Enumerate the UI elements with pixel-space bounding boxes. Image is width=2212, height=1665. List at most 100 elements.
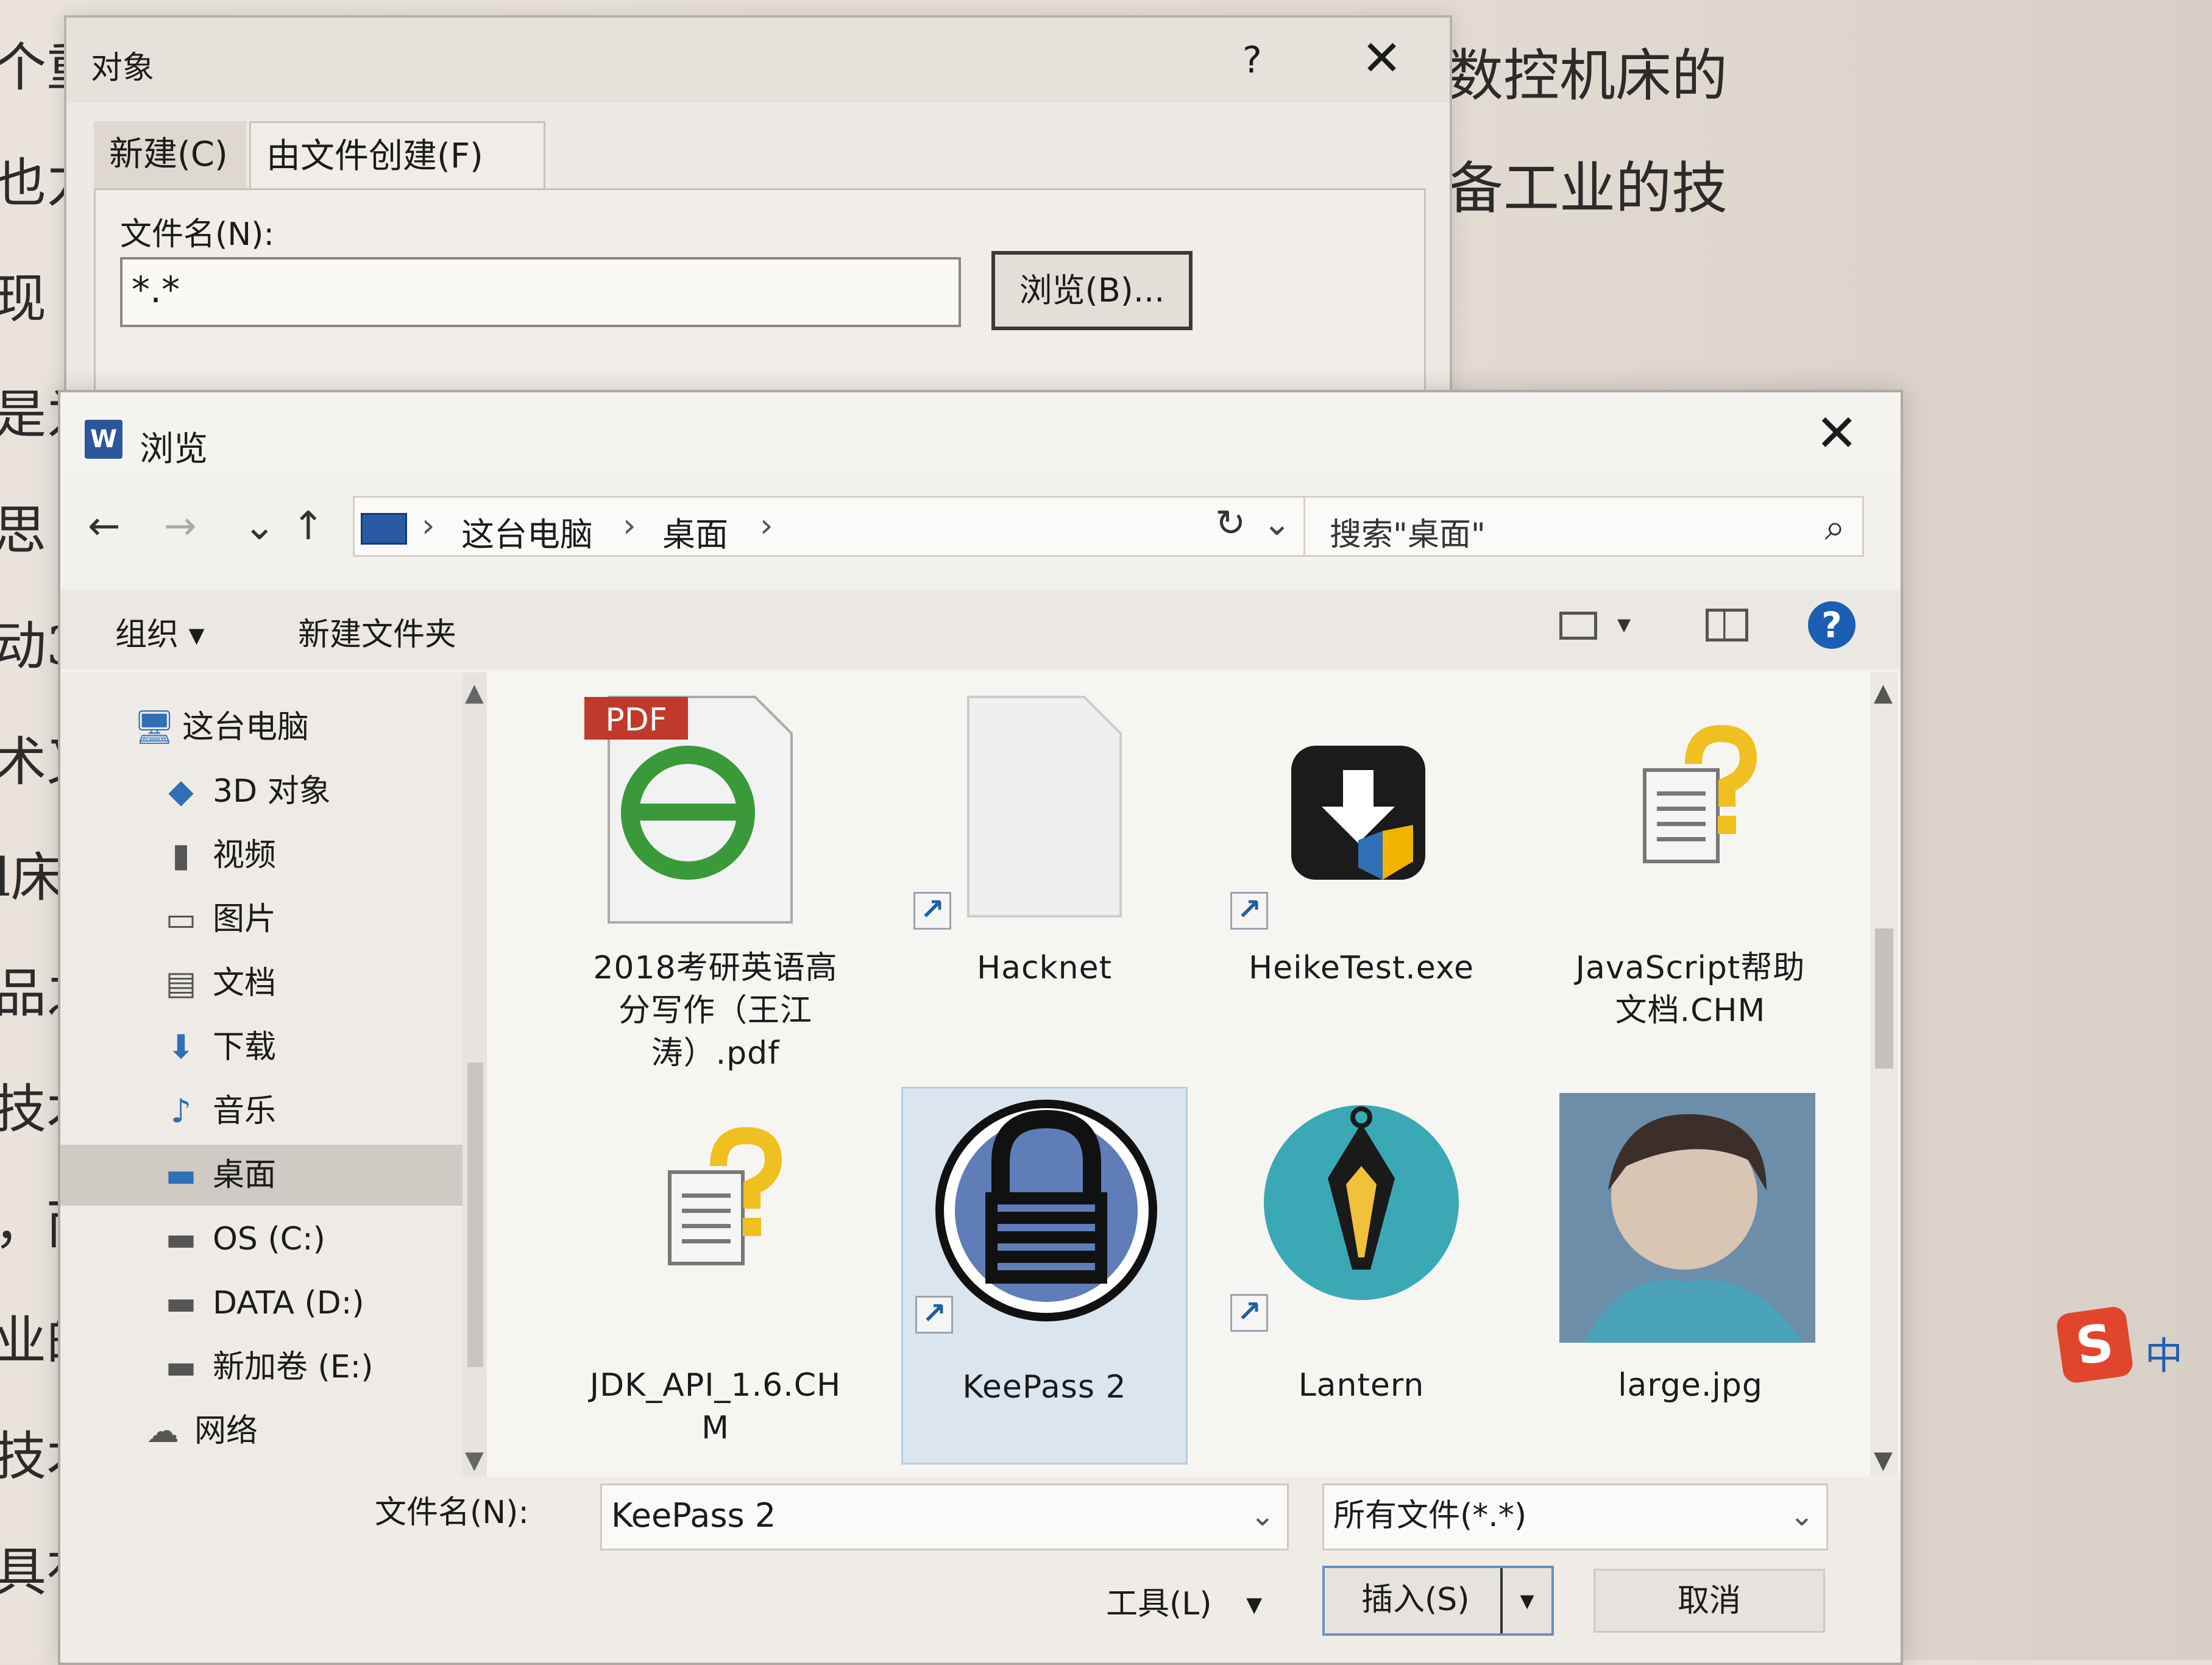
breadcrumb-this-pc[interactable]: 这台电脑 bbox=[461, 507, 593, 556]
background-text-fragment: 数控机床的 bbox=[1447, 43, 1728, 108]
browse-button[interactable]: 浏览(B)... bbox=[991, 251, 1193, 330]
file-name-line: 涛）.pdf bbox=[651, 1035, 780, 1072]
sidebar-item-label: 网络 bbox=[194, 1413, 258, 1449]
file-item[interactable]: JDK_API_1.6.CH M bbox=[572, 1087, 859, 1465]
sidebar-item-label: 音乐 bbox=[213, 1093, 277, 1129]
search-icon[interactable]: ⌕ bbox=[1824, 506, 1845, 549]
file-name-line: KeePass 2 bbox=[962, 1369, 1127, 1405]
sidebar-item[interactable]: ▭ 图片 bbox=[60, 889, 463, 950]
file-list-scroll-thumb[interactable] bbox=[1875, 928, 1893, 1069]
navigation-bar: ← → ⌄ ↑ › 这台电脑 › 桌面 › ⌄ ↻ 搜索"桌面" ⌕ bbox=[60, 490, 1901, 563]
sidebar-item-label: 下载 bbox=[213, 1029, 277, 1066]
drive-c-icon: ▬ bbox=[165, 1220, 197, 1258]
back-arrow-icon[interactable]: ← bbox=[88, 490, 121, 563]
insert-dropdown-icon[interactable]: ▾ bbox=[1500, 1568, 1551, 1633]
cancel-button[interactable]: 取消 bbox=[1593, 1569, 1825, 1633]
3d-objects-icon: ◆ bbox=[168, 772, 194, 810]
address-bar[interactable]: › 这台电脑 › 桌面 › ⌄ bbox=[353, 496, 1328, 557]
file-item[interactable]: JavaScript帮助 文档.CHM bbox=[1547, 685, 1834, 1062]
file-name-label: large.jpg bbox=[1547, 1364, 1834, 1407]
view-options-icon[interactable] bbox=[1559, 612, 1597, 640]
filename-input[interactable]: KeePass 2 ⌄ bbox=[600, 1483, 1289, 1550]
breadcrumb-desktop[interactable]: 桌面 bbox=[662, 507, 728, 556]
ime-mode-label[interactable]: 中 bbox=[2145, 1325, 2183, 1380]
shortcut-arrow-icon: ↗ bbox=[913, 892, 951, 930]
breadcrumb-separator: › bbox=[760, 506, 773, 545]
tools-menu[interactable]: 工具(L) ▾ bbox=[1106, 1578, 1262, 1624]
sidebar-item[interactable]: 🖥 这台电脑 bbox=[60, 697, 463, 758]
sidebar-item[interactable]: ☁ 网络 bbox=[60, 1401, 463, 1462]
background-text-fragment: 现 bbox=[0, 269, 46, 330]
sidebar-item[interactable]: ▬ DATA (D:) bbox=[60, 1273, 463, 1334]
sidebar-item[interactable]: ⬇ 下载 bbox=[60, 1017, 463, 1078]
forward-arrow-icon[interactable]: → bbox=[164, 490, 197, 563]
help-button[interactable]: ? bbox=[1242, 39, 1262, 82]
refresh-icon[interactable]: ↻ bbox=[1215, 502, 1246, 545]
tab-create-new[interactable]: 新建(C) bbox=[94, 121, 246, 188]
browse-dialog-title: 浏览 bbox=[140, 430, 208, 469]
sidebar-item-label: 图片 bbox=[213, 901, 277, 938]
file-item[interactable]: large.jpg bbox=[1547, 1087, 1834, 1465]
scroll-up-icon[interactable]: ▲ bbox=[465, 679, 484, 707]
view-dropdown-icon[interactable]: ▾ bbox=[1617, 609, 1631, 640]
video-icon: ▮ bbox=[172, 836, 190, 874]
help-icon[interactable]: ? bbox=[1808, 601, 1856, 649]
file-name-label: Lantern bbox=[1218, 1364, 1505, 1407]
file-item[interactable]: ↗ Lantern bbox=[1218, 1087, 1505, 1465]
file-name-line: M bbox=[701, 1410, 729, 1446]
sidebar-item[interactable]: ▤ 文档 bbox=[60, 953, 463, 1014]
up-arrow-icon[interactable]: ↑ bbox=[292, 490, 325, 563]
sidebar-scroll-thumb[interactable] bbox=[467, 1062, 483, 1367]
file-item[interactable]: PDF 2018考研英语高 分写作（王江 涛）.pdf bbox=[572, 685, 859, 1072]
chevron-down-icon[interactable]: ⌄ bbox=[1263, 504, 1291, 543]
scroll-up-icon[interactable]: ▲ bbox=[1874, 679, 1893, 707]
word-app-icon: W bbox=[85, 420, 122, 459]
sidebar-scrollbar[interactable]: ▲ ▼ bbox=[463, 673, 487, 1477]
file-name-line: JDK_API_1.6.CH bbox=[589, 1367, 842, 1404]
file-type-select[interactable]: 所有文件(*.*) ⌄ bbox=[1322, 1483, 1828, 1550]
preview-pane-icon[interactable] bbox=[1706, 609, 1748, 642]
scroll-down-icon[interactable]: ▼ bbox=[465, 1446, 484, 1474]
file-type-value: 所有文件(*.*) bbox=[1333, 1497, 1527, 1534]
sidebar-item[interactable]: ▬ 桌面 bbox=[60, 1145, 463, 1206]
file-name-line: 分写作（王江 bbox=[618, 992, 812, 1029]
file-item[interactable]: ↗ HeikeTest.exe bbox=[1218, 685, 1505, 1062]
sidebar-item[interactable]: ▬ 新加卷 (E:) bbox=[60, 1337, 463, 1398]
drive-e-icon: ▬ bbox=[165, 1348, 197, 1386]
sidebar-item[interactable]: ♪ 音乐 bbox=[60, 1081, 463, 1142]
close-icon[interactable]: ✕ bbox=[1815, 403, 1858, 463]
chevron-down-icon[interactable]: ⌄ bbox=[1790, 1485, 1814, 1546]
file-name-line: 文档.CHM bbox=[1615, 992, 1766, 1029]
tab-create-from-file[interactable]: 由文件创建(F) bbox=[249, 121, 545, 190]
filename-value: KeePass 2 bbox=[611, 1496, 776, 1535]
scroll-down-icon[interactable]: ▼ bbox=[1874, 1446, 1893, 1474]
sidebar-item[interactable]: ◆ 3D 对象 bbox=[60, 761, 463, 822]
file-name-label: 2018考研英语高 分写作（王江 涛）.pdf bbox=[572, 947, 859, 1075]
filename-label: 文件名(N): bbox=[375, 1494, 529, 1531]
filename-label: 文件名(N): bbox=[120, 216, 274, 253]
drive-d-icon: ▬ bbox=[165, 1284, 197, 1322]
file-name-label: HeikeTest.exe bbox=[1218, 947, 1505, 989]
sidebar-item-label: 视频 bbox=[213, 837, 277, 874]
close-icon[interactable]: ✕ bbox=[1361, 30, 1402, 87]
documents-icon: ▤ bbox=[165, 964, 197, 1002]
object-filename-input[interactable]: *.* bbox=[120, 257, 961, 327]
organize-menu[interactable]: 组织 ▾ bbox=[115, 609, 205, 654]
browse-dialog-titlebar: W 浏览 ✕ bbox=[60, 392, 1901, 472]
sidebar-item[interactable]: ▬ OS (C:) bbox=[60, 1209, 463, 1270]
new-folder-button[interactable]: 新建文件夹 bbox=[298, 609, 456, 654]
sidebar-item-label: OS (C:) bbox=[213, 1221, 325, 1257]
chevron-down-icon[interactable]: ⌄ bbox=[1250, 1485, 1275, 1546]
file-item[interactable]: ↗ Hacknet bbox=[901, 685, 1188, 1062]
file-list: PDF 2018考研英语高 分写作（王江 涛）.pdf ↗ Hacknet ↗ HeikeTe… bbox=[487, 673, 1870, 1477]
sidebar-item[interactable]: ▮ 视频 bbox=[60, 825, 463, 886]
file-item[interactable]: ↗ KeePass 2 bbox=[901, 1087, 1188, 1465]
shortcut-arrow-icon: ↗ bbox=[1230, 892, 1268, 930]
search-box[interactable]: 搜索"桌面" ⌕ bbox=[1303, 496, 1864, 557]
insert-button[interactable]: 插入(S) ▾ bbox=[1322, 1566, 1554, 1636]
recent-locations-chevron-icon[interactable]: ⌄ bbox=[243, 490, 276, 563]
file-list-scrollbar[interactable]: ▲ ▼ bbox=[1870, 673, 1898, 1477]
sidebar-item-label: 文档 bbox=[213, 965, 277, 1002]
sidebar-item-label: 新加卷 (E:) bbox=[213, 1349, 374, 1385]
search-placeholder: 搜索"桌面" bbox=[1330, 517, 1486, 553]
